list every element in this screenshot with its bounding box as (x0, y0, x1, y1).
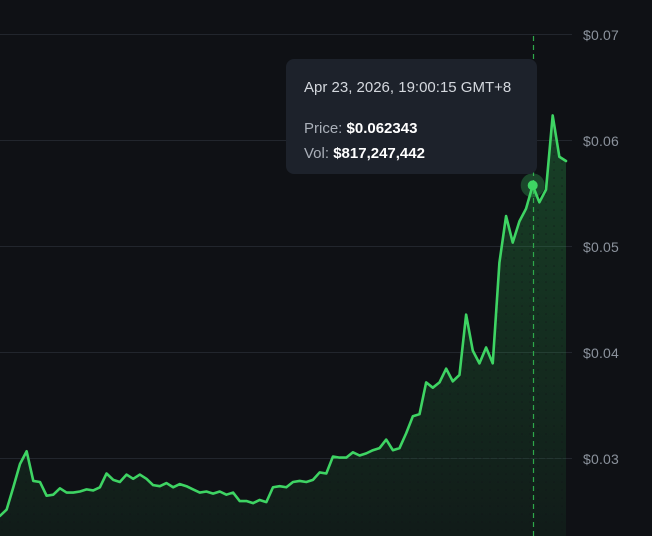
hover-marker (520, 173, 545, 198)
area-fill (0, 115, 566, 536)
tooltip-vol-row: Vol: $817,247,442 (304, 145, 519, 163)
price-chart[interactable]: $0.03 $0.04 $0.05 $0.06 $0.07 Apr 23, 2026, … (0, 0, 652, 536)
tooltip-date: Apr 23, 2026, 19:00:15 GMT+8 (304, 79, 512, 96)
tooltip-vol-value: $817,247,442 (333, 145, 425, 162)
tooltip-vol-label: Vol: (304, 145, 330, 162)
tooltip-price-label: Price: (304, 120, 343, 137)
y-tick-label: $0.04 (583, 344, 620, 361)
tooltip: Apr 23, 2026, 19:00:15 GMT+8 Price: $0.0… (286, 59, 537, 174)
y-tick-label: $0.06 (583, 132, 620, 149)
y-tick-label: $0.07 (583, 26, 620, 43)
tooltip-price-row: Price: $0.062343 (304, 120, 519, 138)
y-tick-label: $0.05 (583, 238, 620, 255)
area-dot-texture (0, 115, 566, 536)
y-tick-label: $0.03 (583, 450, 620, 467)
tooltip-price-value: $0.062343 (346, 120, 418, 137)
hover-point (527, 180, 538, 191)
